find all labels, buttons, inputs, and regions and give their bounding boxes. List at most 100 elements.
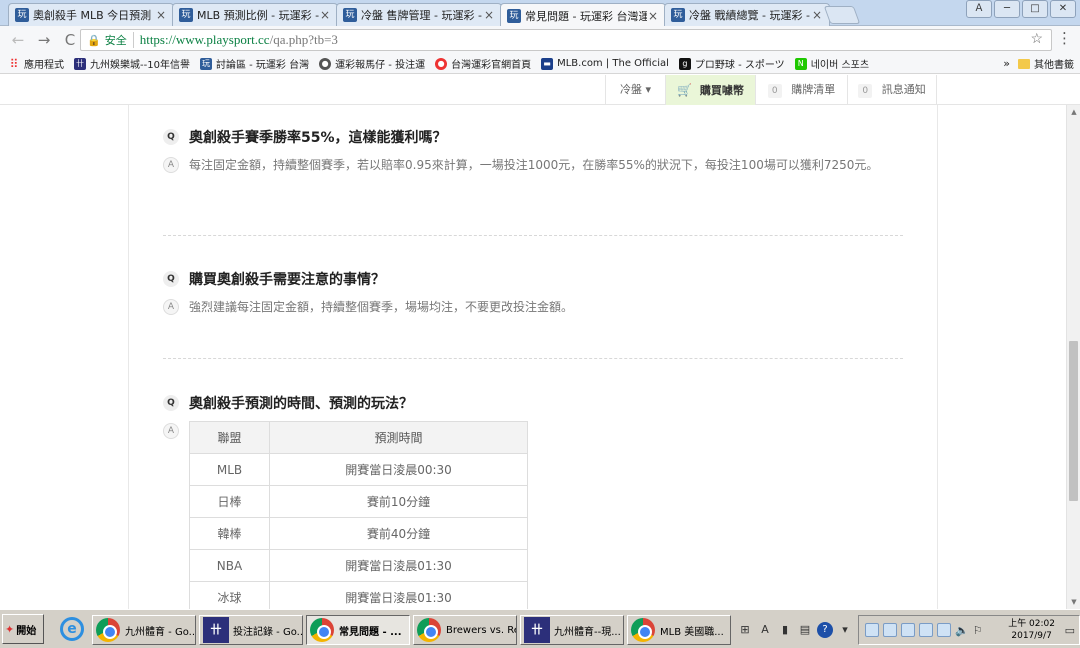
- taskbar-button[interactable]: 九州體育 - Go...: [92, 615, 196, 645]
- bookmark-label: MLB.com | The Official: [557, 58, 669, 69]
- bookmarks-overflow-button[interactable]: »: [1003, 57, 1010, 70]
- browser-tab[interactable]: 玩 MLB 預測比例 - 玩運彩 - ×: [172, 3, 338, 26]
- naver-icon: N: [794, 57, 807, 70]
- system-clock[interactable]: 上午 02:02 2017/9/7: [1008, 618, 1055, 642]
- menu-icon[interactable]: ⋮: [1057, 29, 1072, 47]
- tray-icon[interactable]: [937, 623, 951, 637]
- start-label: 開始: [16, 625, 37, 637]
- messages-link[interactable]: 0 訊息通知: [847, 75, 937, 105]
- close-icon[interactable]: ×: [155, 8, 167, 22]
- table-row: 日棒 賽前10分鐘: [189, 485, 528, 518]
- tray-icon[interactable]: [865, 623, 879, 637]
- start-button[interactable]: ✦ 開始: [2, 614, 44, 644]
- playsport-icon: 玩: [671, 8, 685, 22]
- reload-button[interactable]: C: [60, 31, 80, 49]
- region-label: 冷盤: [619, 83, 642, 96]
- tray-icon[interactable]: [919, 623, 933, 637]
- faq-item: Q 購買奧創殺手需要注意的事情？ A 強烈建議每注固定金額，持續整個賽季，場場均…: [163, 269, 903, 319]
- volume-icon[interactable]: 🔈: [955, 624, 969, 637]
- bookmarks-bar: ⠿ 應用程式 卄 九州娛樂城--10年信譽 玩 討論區 - 玩運彩 台灣 ● 運…: [0, 54, 1080, 74]
- help-icon[interactable]: ?: [817, 622, 833, 638]
- close-icon[interactable]: ×: [811, 8, 823, 22]
- user-icon[interactable]: Ａ: [966, 0, 992, 18]
- bookmark-item[interactable]: g プロ野球 - スポーツ: [678, 56, 785, 71]
- taskbar-button[interactable]: 卄 九州體育--現...: [520, 615, 624, 645]
- bookmark-star-icon[interactable]: ☆: [1030, 31, 1043, 48]
- bookmark-item[interactable]: ● 台灣運彩官網首頁: [435, 56, 531, 71]
- bookmark-item[interactable]: 玩 討論區 - 玩運彩 台灣: [199, 56, 309, 71]
- browser-tab-active[interactable]: 玩 常見問題 - 玩運彩 台灣運 ×: [500, 3, 666, 27]
- scroll-up-arrow-icon[interactable]: ▲: [1067, 105, 1080, 119]
- playsport-icon: 玩: [507, 8, 521, 23]
- cart-list-label: 購牌清單: [791, 83, 836, 96]
- vertical-scrollbar[interactable]: ▲ ▼: [1066, 105, 1080, 609]
- new-tab-button[interactable]: [823, 6, 861, 24]
- cart-list-link[interactable]: 0 購牌清單: [755, 75, 847, 105]
- bookmark-item[interactable]: ▬ MLB.com | The Official: [541, 57, 669, 70]
- folder-icon: [1018, 58, 1030, 69]
- language-options-icon[interactable]: ▾: [837, 622, 853, 638]
- action-center-flag-icon[interactable]: ⚐: [973, 624, 983, 637]
- keyboard-icon[interactable]: ▮: [777, 622, 793, 638]
- tray-icon[interactable]: [883, 623, 897, 637]
- league-cell: MLB: [189, 453, 270, 486]
- bookmark-item[interactable]: ● 運彩報馬仔 - 投注運: [319, 56, 425, 71]
- playsport-icon: 玩: [343, 8, 357, 22]
- bookmark-item[interactable]: N 네이버 스포츠: [794, 56, 869, 71]
- close-window-button[interactable]: ✕: [1050, 0, 1076, 18]
- show-desktop-icon[interactable]: ▭: [1065, 624, 1075, 637]
- taskbar-button-active[interactable]: 常見問題 - ...: [306, 615, 410, 645]
- taskbar-button[interactable]: MLB 美國職...: [627, 615, 731, 645]
- bookmark-label: 運彩報馬仔 - 投注運: [335, 60, 426, 71]
- taskbar-button-label: Brewers vs. Re...: [446, 624, 516, 636]
- jiuzhou-icon: 卄: [203, 617, 229, 643]
- faq-content: Q 奧創殺手賽季勝率55%，這樣能獲利嗎？ A 每注固定金額，持續整個賽季，若以…: [0, 105, 1066, 609]
- taskbar-button[interactable]: Brewers vs. Re...: [413, 615, 517, 645]
- close-icon[interactable]: ×: [647, 9, 659, 23]
- tray-icon[interactable]: [901, 623, 915, 637]
- browser-tab-strip: 玩 奧創殺手 MLB 今日預測 × 玩 MLB 預測比例 - 玩運彩 - × 玩…: [0, 0, 1080, 27]
- scrollbar-thumb[interactable]: [1069, 341, 1078, 501]
- taskbar-button[interactable]: 卄 投注記錄 - Go...: [199, 615, 303, 645]
- forward-button[interactable]: →: [34, 31, 54, 49]
- question-badge: Q: [163, 271, 179, 287]
- chevron-down-icon: ▾: [645, 83, 652, 96]
- buy-coins-label: 購買噱幣: [699, 84, 744, 97]
- chrome-icon: [96, 618, 120, 642]
- close-icon[interactable]: ×: [483, 8, 495, 22]
- faq-question: 奧創殺手預測的時間、預測的玩法？: [189, 396, 413, 412]
- internet-explorer-icon: e: [60, 617, 84, 641]
- bookmark-item[interactable]: 卄 九州娛樂城--10年信譽: [74, 56, 190, 71]
- browser-tab[interactable]: 玩 冷盤 戰績總覽 - 玩運彩 - ×: [664, 3, 830, 26]
- browser-tab[interactable]: 玩 冷盤 售牌管理 - 玩運彩 - ×: [336, 3, 502, 26]
- browser-tab[interactable]: 玩 奧創殺手 MLB 今日預測 ×: [8, 3, 174, 26]
- cart-count-badge: 0: [767, 84, 782, 98]
- answer-badge: A: [163, 423, 179, 439]
- region-dropdown[interactable]: 冷盤 ▾: [605, 75, 665, 105]
- table-header-row: 聯盟 預測時間: [189, 421, 528, 454]
- question-badge: Q: [163, 129, 179, 145]
- mlb-icon: ▬: [541, 57, 554, 70]
- windows-taskbar: ✦ 開始 e 九州體育 - Go... 卄 投注記錄 - Go... 常見問題 …: [0, 609, 1080, 648]
- buy-coins-button[interactable]: 🛒 購買噱幣: [665, 75, 755, 105]
- time-cell: 開賽當日淩晨00:30: [269, 453, 528, 486]
- quicklaunch-ie[interactable]: e: [50, 614, 94, 644]
- scroll-down-arrow-icon[interactable]: ▼: [1067, 595, 1080, 609]
- back-button[interactable]: ←: [8, 31, 28, 49]
- maximize-button[interactable]: □: [1022, 0, 1048, 18]
- bookmark-apps[interactable]: ⠿ 應用程式: [8, 56, 64, 72]
- close-icon[interactable]: ×: [319, 8, 331, 22]
- table-row: NBA 開賽當日淩晨01:30: [189, 549, 528, 582]
- answer-badge: A: [163, 157, 179, 173]
- font-size-icon[interactable]: A: [757, 622, 773, 638]
- other-bookmarks[interactable]: 其他書籤: [1018, 56, 1074, 71]
- minimize-button[interactable]: ─: [994, 0, 1020, 18]
- apps-icon: ⠿: [9, 56, 19, 71]
- input-method-icon[interactable]: ⊞: [737, 622, 753, 638]
- faq-answer: 強烈建議每注固定金額，持續整個賽季，場場均注，不要更改投注金額。: [189, 300, 574, 314]
- address-bar[interactable]: 🔒 安全 https://www.playsport.cc /qa.php?tb…: [80, 29, 1052, 51]
- time-cell: 開賽當日淩晨01:30: [269, 549, 528, 582]
- options-icon[interactable]: ▤: [797, 622, 813, 638]
- content-border-left: [128, 105, 129, 609]
- taskbar-button-label: 常見問題 - ...: [339, 626, 402, 638]
